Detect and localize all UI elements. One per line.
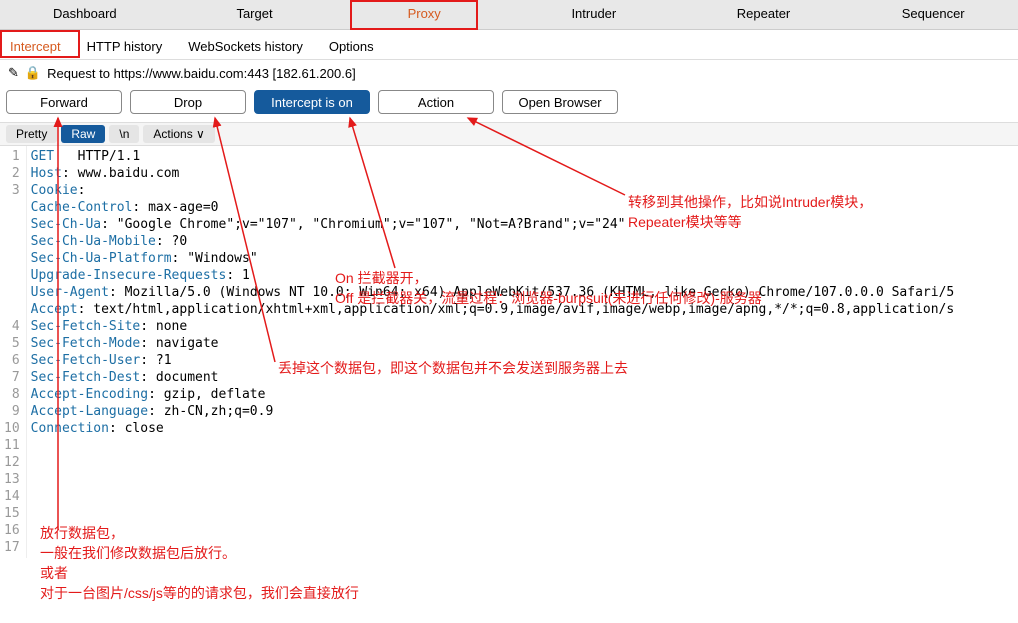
tab-dashboard[interactable]: Dashboard	[0, 0, 170, 29]
top-tab-bar: Dashboard Target Proxy Intruder Repeater…	[0, 0, 1018, 30]
line-gutter: 123 4567891011121314151617	[0, 146, 27, 558]
open-browser-button[interactable]: Open Browser	[502, 90, 618, 114]
editor-tab-newline[interactable]: \n	[109, 125, 139, 143]
editor-tab-raw[interactable]: Raw	[61, 125, 105, 143]
request-info: ✎ 🔒 Request to https://www.baidu.com:443…	[0, 60, 1018, 86]
tab-intruder[interactable]: Intruder	[509, 0, 679, 29]
tab-repeater[interactable]: Repeater	[679, 0, 849, 29]
sub-tab-bar: Intercept HTTP history WebSockets histor…	[0, 30, 1018, 60]
intercept-toggle-button[interactable]: Intercept is on	[254, 90, 370, 114]
editor-actions-dropdown[interactable]: Actions ∨	[143, 125, 214, 143]
action-button[interactable]: Action	[378, 90, 494, 114]
forward-button[interactable]: Forward	[6, 90, 122, 114]
subtab-intercept[interactable]: Intercept	[8, 35, 63, 59]
drop-button[interactable]: Drop	[130, 90, 246, 114]
editor-tab-pretty[interactable]: Pretty	[6, 125, 57, 143]
action-buttons: Forward Drop Intercept is on Action Open…	[0, 86, 1018, 122]
tab-sequencer[interactable]: Sequencer	[848, 0, 1018, 29]
subtab-ws-history[interactable]: WebSockets history	[186, 35, 305, 59]
subtab-http-history[interactable]: HTTP history	[85, 35, 165, 59]
tab-proxy[interactable]: Proxy	[339, 0, 509, 29]
subtab-options[interactable]: Options	[327, 35, 376, 59]
code-content[interactable]: GET HTTP/1.1Host: www.baidu.comCookie:Ca…	[27, 146, 1018, 558]
edit-icon[interactable]: ✎	[8, 65, 19, 81]
request-label: Request to https://www.baidu.com:443 [18…	[47, 66, 356, 81]
lock-icon: 🔒	[25, 65, 41, 81]
editor-tab-bar: Pretty Raw \n Actions ∨	[0, 122, 1018, 146]
tab-target[interactable]: Target	[170, 0, 340, 29]
request-editor[interactable]: 123 4567891011121314151617 GET HTTP/1.1H…	[0, 146, 1018, 558]
